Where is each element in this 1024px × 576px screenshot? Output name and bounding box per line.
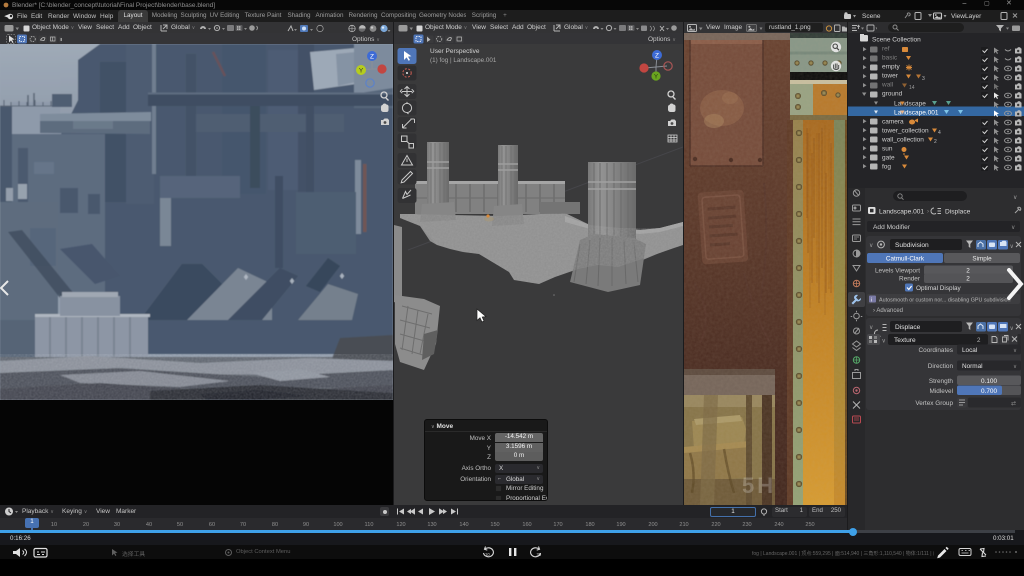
svg-text:Texture: Texture bbox=[894, 337, 916, 344]
svg-text:camera: camera bbox=[882, 119, 904, 126]
svg-text:Coordinates: Coordinates bbox=[919, 347, 953, 354]
svg-text:Y: Y bbox=[359, 68, 364, 75]
svg-text:10: 10 bbox=[51, 522, 57, 528]
svg-text:20: 20 bbox=[83, 522, 89, 528]
svg-text:Y: Y bbox=[654, 75, 658, 81]
svg-text:90: 90 bbox=[303, 522, 309, 528]
svg-text:Autosmooth or custom nor... di: Autosmooth or custom nor... disabling GP… bbox=[879, 298, 1011, 304]
svg-text:Levels Viewport: Levels Viewport bbox=[875, 268, 920, 275]
svg-text:Landscape: Landscape bbox=[894, 101, 926, 108]
svg-text:› Advanced: › Advanced bbox=[873, 308, 903, 314]
svg-text:Normal: Normal bbox=[962, 363, 983, 370]
svg-text:14: 14 bbox=[909, 85, 915, 91]
svg-text:empty: empty bbox=[882, 64, 900, 71]
svg-text:⇄: ⇄ bbox=[1011, 400, 1016, 407]
svg-text:›: › bbox=[927, 209, 929, 215]
svg-text:180: 180 bbox=[585, 522, 594, 528]
svg-text:130: 130 bbox=[427, 522, 436, 528]
svg-text:5H: 5H bbox=[742, 473, 776, 498]
svg-text:2: 2 bbox=[966, 268, 970, 275]
svg-text:∨: ∨ bbox=[1013, 195, 1017, 201]
svg-text:ref: ref bbox=[882, 46, 890, 53]
svg-text:140: 140 bbox=[459, 522, 468, 528]
svg-text:0.100: 0.100 bbox=[981, 378, 997, 385]
svg-text:i: i bbox=[871, 298, 872, 304]
svg-text:∨: ∨ bbox=[882, 339, 886, 345]
svg-text:200: 200 bbox=[648, 522, 657, 528]
svg-text:2: 2 bbox=[966, 276, 970, 283]
svg-text:10: 10 bbox=[485, 552, 490, 557]
svg-text:Simple: Simple bbox=[972, 256, 992, 263]
svg-text:70: 70 bbox=[240, 522, 246, 528]
svg-text:150: 150 bbox=[490, 522, 499, 528]
svg-text:Local: Local bbox=[962, 347, 977, 354]
svg-text:160: 160 bbox=[522, 522, 531, 528]
svg-text:220: 220 bbox=[711, 522, 720, 528]
svg-text:wall: wall bbox=[881, 82, 894, 89]
svg-text:wall_collection: wall_collection bbox=[881, 137, 924, 144]
svg-text:230: 230 bbox=[742, 522, 751, 528]
svg-text:∨: ∨ bbox=[869, 325, 873, 331]
svg-text:Add Modifier: Add Modifier bbox=[873, 224, 911, 231]
svg-text:0.700: 0.700 bbox=[981, 388, 997, 395]
svg-text:∨: ∨ bbox=[1011, 225, 1015, 231]
svg-text:30: 30 bbox=[537, 552, 542, 557]
svg-text:Optimal Display: Optimal Display bbox=[916, 285, 962, 292]
svg-text:100: 100 bbox=[333, 522, 342, 528]
svg-text:∨: ∨ bbox=[869, 243, 873, 249]
svg-text:40: 40 bbox=[146, 522, 152, 528]
svg-text:Z: Z bbox=[370, 54, 374, 61]
svg-text:3: 3 bbox=[922, 76, 925, 82]
svg-text:fog: fog bbox=[882, 164, 891, 171]
svg-text:∨: ∨ bbox=[1010, 244, 1014, 250]
svg-text:80: 80 bbox=[272, 522, 278, 528]
svg-text:∨: ∨ bbox=[1013, 364, 1017, 370]
svg-text:190: 190 bbox=[616, 522, 625, 528]
svg-text:Subdivision: Subdivision bbox=[895, 242, 929, 249]
svg-text:50: 50 bbox=[177, 522, 183, 528]
svg-text:Vertex Group: Vertex Group bbox=[915, 400, 953, 407]
svg-text:240: 240 bbox=[774, 522, 783, 528]
svg-text:120: 120 bbox=[396, 522, 405, 528]
svg-text:Displace: Displace bbox=[895, 324, 921, 331]
svg-text:∨: ∨ bbox=[1010, 326, 1014, 332]
svg-text:sun: sun bbox=[882, 146, 893, 153]
svg-text:Direction: Direction bbox=[928, 363, 954, 370]
svg-text:Render: Render bbox=[899, 276, 921, 283]
svg-text:gate: gate bbox=[882, 155, 895, 162]
svg-text:170: 170 bbox=[553, 522, 562, 528]
svg-text:Displace: Displace bbox=[945, 209, 971, 216]
svg-text:ground: ground bbox=[882, 91, 903, 98]
svg-text:tower_collection: tower_collection bbox=[882, 128, 929, 135]
svg-text:basic: basic bbox=[882, 55, 898, 62]
svg-text:Strength: Strength bbox=[929, 378, 954, 385]
svg-text:4: 4 bbox=[938, 130, 941, 136]
svg-text:60: 60 bbox=[209, 522, 215, 528]
svg-text:2: 2 bbox=[934, 139, 937, 145]
svg-text:2: 2 bbox=[977, 337, 981, 344]
svg-text:tower: tower bbox=[882, 73, 899, 80]
svg-text:210: 210 bbox=[679, 522, 688, 528]
svg-text:110: 110 bbox=[365, 522, 374, 528]
svg-text:Midlevel: Midlevel bbox=[930, 388, 953, 395]
svg-text:Landscape.001: Landscape.001 bbox=[879, 209, 924, 216]
svg-text:Z: Z bbox=[655, 53, 659, 60]
svg-text:250: 250 bbox=[805, 522, 814, 528]
svg-text:Catmull-Clark: Catmull-Clark bbox=[886, 256, 925, 263]
svg-text:∨: ∨ bbox=[1013, 348, 1017, 354]
svg-text:30: 30 bbox=[114, 522, 120, 528]
